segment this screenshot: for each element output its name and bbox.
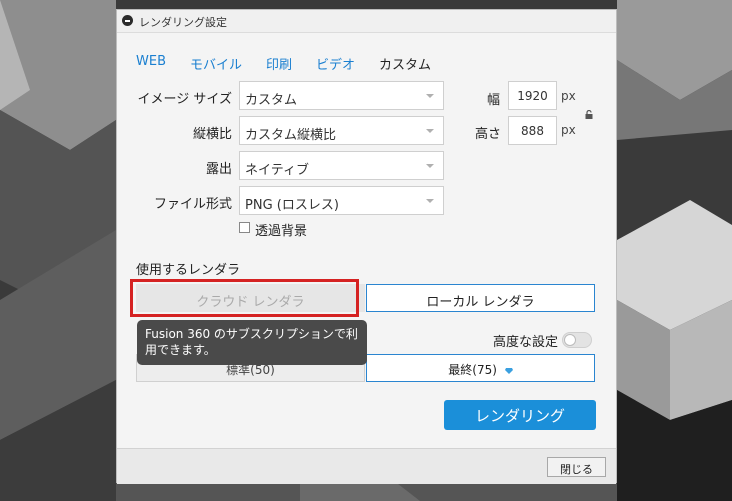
aspect-ratio-value: カスタム縦横比 [245,128,337,143]
renderer-section-label: 使用するレンダラ [136,263,241,278]
height-unit: px [561,123,576,137]
lock-icon[interactable] [585,110,594,119]
tab-print[interactable]: 印刷 [266,54,292,73]
height-label: 高さ [475,127,502,142]
tab-custom[interactable]: カスタム [379,54,431,73]
image-size-label: イメージ サイズ [137,92,232,107]
close-button[interactable]: 閉じる [547,457,606,477]
diamond-icon [504,367,513,374]
highlight-outline [130,279,359,317]
width-input[interactable]: 1920 [508,81,557,110]
chevron-down-icon [426,129,434,133]
toggle-knob [564,334,576,346]
file-format-value: PNG (ロスレス) [245,198,339,213]
transparent-bg-label: 透過背景 [255,224,308,239]
tab-web[interactable]: WEB [136,54,166,73]
advanced-settings-toggle[interactable] [562,332,592,348]
height-input[interactable]: 888 [508,116,557,145]
dialog-titlebar: レンダリング設定 [117,10,616,33]
subscription-tooltip: Fusion 360 のサブスクリプションで利用できます。 [137,320,367,365]
image-size-select[interactable]: カスタム [239,81,444,110]
dialog-footer: 閉じる [117,448,616,484]
quality-final-label: 最終(75) [448,363,497,377]
local-renderer-button[interactable]: ローカル レンダラ [366,284,595,312]
image-size-value: カスタム [245,93,298,108]
tab-video[interactable]: ビデオ [316,54,355,73]
tab-mobile[interactable]: モバイル [190,54,242,73]
transparent-bg-checkbox[interactable] [239,222,250,233]
width-label: 幅 [487,93,501,108]
chevron-down-icon [426,199,434,203]
aspect-ratio-select[interactable]: カスタム縦横比 [239,116,444,145]
file-format-select[interactable]: PNG (ロスレス) [239,186,444,215]
exposure-value: ネイティブ [245,163,309,178]
render-settings-dialog: レンダリング設定 WEB モバイル 印刷 ビデオ カスタム イメージ サイズ カ… [116,9,617,484]
chevron-down-icon [426,94,434,98]
render-button[interactable]: レンダリング [444,400,596,430]
advanced-settings-label: 高度な設定 [493,335,559,350]
exposure-select[interactable]: ネイティブ [239,151,444,180]
quality-standard-label: 標準(50) [226,363,275,377]
dialog-title: レンダリング設定 [139,16,227,29]
chevron-down-icon [426,164,434,168]
quality-final-button[interactable]: 最終(75) [366,354,595,382]
collapse-icon[interactable] [122,15,133,26]
preset-tabs: WEB モバイル 印刷 ビデオ カスタム [136,54,455,73]
width-unit: px [561,89,576,103]
aspect-ratio-label: 縦横比 [192,127,232,142]
exposure-label: 露出 [205,162,232,177]
file-format-label: ファイル形式 [153,197,232,212]
